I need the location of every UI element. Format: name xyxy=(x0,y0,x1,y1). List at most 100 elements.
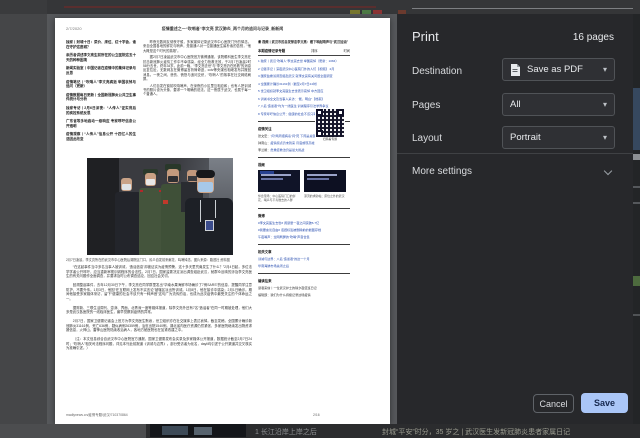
pages-value: All xyxy=(510,99,603,110)
preview-header-date: 2/7/2020 xyxy=(66,26,82,31)
chevron-down-icon[interactable] xyxy=(604,167,612,175)
headline: 广东省等多地启动一级响应 专家呼吁信息公开透明 xyxy=(66,119,136,128)
underlying-page-thumbnail xyxy=(150,424,246,437)
dropdown-caret-icon: ▾ xyxy=(603,65,607,74)
page-count-label: 16 pages xyxy=(573,32,614,43)
topic-list-item: 3 国家监委派调查组赴武汉 就李文亮有关问题全面调查 xyxy=(258,74,350,78)
divider xyxy=(258,244,350,245)
underlying-page-bottom-strip: 1 长江沿岸上岸之后 封城“平安”时分，35 岁之 | 武汉医生发新冠肺炎患者家… xyxy=(0,424,640,438)
browser-top-strip xyxy=(0,0,640,14)
pdf-doc-icon xyxy=(510,64,520,76)
paragraph: “在这起事件当中多名当事人被训诫，‘造谣信息’却被证实为疫情预警，这十多天里究竟… xyxy=(66,265,252,279)
face-mask xyxy=(146,179,155,185)
pages-label: Pages xyxy=(412,100,440,111)
section-c-title: 微博 xyxy=(258,213,350,218)
topic-list-item: 5 世卫组织就李文亮医生去世表示哀悼 中方回应 xyxy=(258,89,350,93)
save-button[interactable]: Save xyxy=(581,393,628,413)
underlying-page-rule xyxy=(412,8,633,9)
backdrop-bottom-edge xyxy=(0,424,146,438)
destination-select[interactable]: Save as PDF ▾ xyxy=(502,58,615,81)
underlying-page-right-sliver xyxy=(633,14,640,424)
underlying-page-caption: 封城“平安”时分，35 岁之 | 武汉医生发新冠肺炎患者家属日记 xyxy=(382,427,570,437)
topic-list-item: 4 全国累计确诊31161例（截至2月7日24时） xyxy=(258,82,350,86)
screen: 2/7/2020 疫情重述之一“吹哨者”李文亮 武汉肺炎_两个月的追问与记录_新… xyxy=(0,0,640,438)
article-right-column: ◉ 视频丨武汉市民自发悼念李文亮：楼下响起哨声与“武汉加油” 本期疫情记录专题 … xyxy=(258,40,350,400)
headline: 疫情笔记丨“吹哨人”李文亮病逝 举国哀悼与追问（更新） xyxy=(66,80,136,89)
paragraph: 昨夜无数网友彻夜守候，多家媒体记录武汉市中心医院门外的悼念。来自全国各地的鲜花与… xyxy=(143,40,251,53)
preview-footer-url: madlynews.cn/疫情专题/武汉/710370864 xyxy=(66,412,128,417)
preview-footer-page-number: 2/16 xyxy=(313,413,320,417)
video-captions: 悼念现场：中心医院门口的鲜花、哨声与不肯散去的人群 漂流的求助帖：床位之外的武汉 xyxy=(258,195,350,203)
layout-select[interactable]: Portrait ▾ xyxy=(502,126,615,149)
headline: 独家专访丨2月6日深夜：“人传人”证实背后的疾控系统反思 xyxy=(66,106,136,115)
headline: 疫情数据每日更新丨全国新冠肺炎公共卫生事件统计与分析 xyxy=(66,93,136,102)
paragraph: 人们自发在窗前吹响哨声，在深夜的小区里互相应和；也有人把训诫书的照片设为头像，要… xyxy=(143,84,251,97)
cancel-button[interactable]: Cancel xyxy=(533,394,574,413)
divider xyxy=(258,208,350,209)
topic-list-title: 本期疫情记录专题 xyxy=(258,48,285,53)
paragraph: 回溯整起事件，去年12月30日下午，李文亮在同学群里发出“华南水果海鲜市场确诊了… xyxy=(66,283,252,301)
article-photo xyxy=(87,158,233,255)
layout-value: Portrait xyxy=(510,132,603,143)
qr-caption: 扫码看专题 xyxy=(316,137,344,141)
article-body: “在这起事件当中多名当事人被训诫，‘造谣信息’却被证实为疫情预警，这十多天里究竟… xyxy=(66,265,252,351)
window-corner xyxy=(0,0,47,14)
related-article-link: 训诫与边界：八名“造谣者”的这一个月 xyxy=(258,257,350,261)
destination-label: Destination xyxy=(412,66,462,77)
headline: 独家丨封城十日：菜价、床位、红十字会，谁在守护这座城？ xyxy=(66,40,136,49)
dialog-divider xyxy=(397,153,633,154)
topic-list-item: 2 记者手记丨深夜武汉中心医院门外的人们【视频】 2月 xyxy=(258,67,350,71)
destination-value: Save as PDF xyxy=(527,64,603,75)
expert-row: 李兰娟：危重症救治仍是最大挑战 xyxy=(258,148,350,152)
face-mask xyxy=(188,176,197,181)
print-dialog-title: Print xyxy=(412,29,439,44)
right-column-note: ◉ 视频丨武汉市民自发悼念李文亮：楼下响起哨声与“武汉加油” xyxy=(258,40,350,44)
face-mask xyxy=(198,182,213,192)
headline: 新闻实验室丨中国记者在疫情中的集体记录与反思 xyxy=(66,66,136,75)
photo-caption: 2月7日凌晨，李文亮所在的武汉市中心医院后湖院区门口，民众自发前来献花、鸣哨悼念… xyxy=(66,258,252,262)
letters-line: 读者来信丨一位武汉护士的除夕夜值班日记 xyxy=(258,286,350,290)
id-badge xyxy=(205,220,214,231)
section-d-title: 相关文章 xyxy=(258,249,350,254)
paragraph: （注：本文信息综合自武汉市中心医院官方通报、国家卫健委发布会实录及多家媒体公开报… xyxy=(66,337,252,351)
face-mask xyxy=(168,176,178,182)
topic-list-time-label: 时间 xyxy=(344,48,350,53)
article-middle-column: 昨夜无数网友彻夜守候，多家媒体记录武汉市中心医院门外的悼念。来自全国各地的鲜花与… xyxy=(143,40,251,158)
weibo-link: 午夜哨声：全网刷屏的“吹哨”声音合集 xyxy=(258,235,350,239)
related-article-link: 华南海鲜市场关闭之后 xyxy=(258,264,350,268)
letters-line: 编辑部：我们为什么持续记录这场疫情 xyxy=(258,293,350,297)
section-e-title: 编读往来 xyxy=(258,278,350,283)
topic-list-item: 1 独家丨武汉“吹哨人”李文亮去世 举国哀悼（更新：1084） xyxy=(258,59,350,63)
preview-header-title: 疫情重述之一“吹哨者”李文亮 武汉肺炎_两个月的追问与记录_新新闻 xyxy=(115,26,330,32)
pages-select[interactable]: All ▾ xyxy=(502,93,615,116)
headline: 亲历者讲述李文亮生前所在的公立医院这五十天的种种困境 xyxy=(66,53,136,62)
divider xyxy=(258,157,350,158)
topic-list-sort-label: 排序 xyxy=(311,48,317,53)
video-thumbnails xyxy=(258,170,350,192)
video-thumbnail xyxy=(304,170,346,192)
divider xyxy=(258,273,350,274)
paragraph: 据财新、三联生活周刊、澎湃、界面、北青深一度等媒体报道，除李文亮外还有7名“造谣… xyxy=(66,306,252,315)
topic-list-header: 本期疫情记录专题 排序 时间 xyxy=(258,48,350,56)
topic-list-item: 6 训诫书全文及当事人采访：“能，明白”【档案】 xyxy=(258,97,350,101)
face-mask xyxy=(122,184,131,190)
backdrop-left-band xyxy=(0,14,47,424)
dropdown-caret-icon: ▾ xyxy=(603,133,607,142)
section-b-title: 视频 xyxy=(258,162,350,167)
video-thumbnail xyxy=(258,170,300,192)
underlying-page-caption: 1 长江沿岸上岸之后 xyxy=(255,427,317,437)
weibo-link: #李文亮医生去世# 阅读量一夜之间突破6.7亿 xyxy=(258,221,350,225)
headline: 疫情观察丨“人传人”信息公开 十四亿人的生活因此改变 xyxy=(66,132,136,141)
more-settings-toggle[interactable]: More settings xyxy=(412,166,472,177)
paragraph: 2月7日，国家卫健委记者会上官方为李文亮医生默哀，世卫组织亦在社交媒体上表达哀悼… xyxy=(66,319,252,333)
qr-code xyxy=(316,109,344,137)
article-photo-block: 2月7日凌晨，李文亮所在的武汉市中心医院后湖院区门口，民众自发前来献花、鸣哨悼念… xyxy=(66,158,252,355)
dropdown-caret-icon: ▾ xyxy=(603,100,607,109)
layout-label: Layout xyxy=(412,133,442,144)
print-dialog: Print 16 pages Destination Save as PDF ▾… xyxy=(397,14,633,424)
article-left-column: 独家丨封城十日：菜价、床位、红十字会，谁在守护这座城？ 亲历者讲述李文亮生前所在… xyxy=(66,40,136,158)
underlying-page-accent-line xyxy=(64,6,376,8)
qr-code-block: 扫码看专题 xyxy=(315,108,345,142)
print-preview-page: 2/7/2020 疫情重述之一“吹哨者”李文亮 武汉肺炎_两个月的追问与记录_新… xyxy=(55,18,390,424)
weibo-link: #我要言论自由# 话题标签被删除前的截图存档 xyxy=(258,228,350,232)
